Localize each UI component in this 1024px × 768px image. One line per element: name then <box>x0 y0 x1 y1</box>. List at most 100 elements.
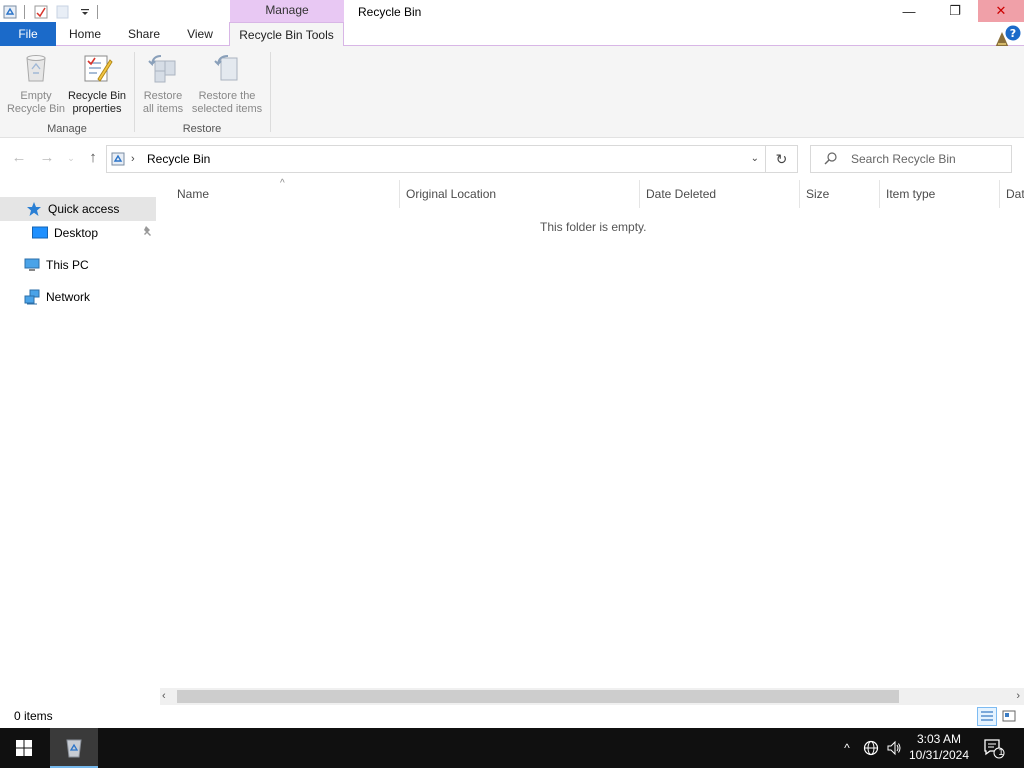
column-header-original-location[interactable]: Original Location <box>400 180 639 208</box>
computer-icon <box>24 258 40 271</box>
scroll-right-icon[interactable]: › <box>1016 688 1020 705</box>
nav-item-desktop[interactable]: Desktop <box>0 221 156 245</box>
empty-folder-message: This folder is empty. <box>540 220 647 234</box>
search-icon <box>824 152 837 165</box>
restore-selected-icon <box>214 55 238 81</box>
manage-group: Empty Recycle Bin Recycle Bin properties… <box>0 46 134 138</box>
up-button[interactable]: ↑ <box>84 149 102 167</box>
empty-recycle-bin-button[interactable]: Empty Recycle Bin <box>6 52 66 116</box>
pin-icon <box>144 226 151 236</box>
properties-qat-icon[interactable] <box>33 4 49 20</box>
column-header-item-type[interactable]: Item type <box>880 180 999 208</box>
scrollbar-thumb[interactable] <box>177 690 899 703</box>
network-tray-button[interactable] <box>860 728 882 768</box>
breadcrumb-location[interactable]: Recycle Bin <box>147 146 210 172</box>
forward-arrow-icon: → <box>39 149 55 166</box>
properties-icon <box>84 55 113 82</box>
svg-text:?: ? <box>1010 27 1016 40</box>
address-dropdown-icon[interactable]: ⌄ <box>751 146 759 172</box>
address-bar[interactable]: › Recycle Bin ⌄ <box>106 145 766 173</box>
ribbon-panel: Empty Recycle Bin Recycle Bin properties… <box>0 46 1024 138</box>
horizontal-scrollbar[interactable]: ‹ › <box>160 688 1024 705</box>
start-button[interactable] <box>0 728 48 768</box>
qat-separator <box>24 5 25 19</box>
recent-locations-button[interactable]: ⌄ <box>62 149 80 167</box>
search-box[interactable]: Search Recycle Bin <box>810 145 1012 173</box>
chevron-up-icon: ^ <box>844 741 850 755</box>
empty-line1: Empty <box>20 90 52 102</box>
chevron-down-icon: ⌄ <box>67 153 75 163</box>
refresh-icon: ↻ <box>775 151 788 167</box>
tab-home[interactable]: Home <box>60 22 110 46</box>
up-arrow-icon: ↑ <box>89 149 97 166</box>
column-header-date-truncated[interactable]: Dat <box>1000 180 1024 208</box>
nav-item-quick-access[interactable]: Quick access <box>0 197 156 221</box>
show-hidden-icons-button[interactable]: ^ <box>838 728 856 768</box>
group-separator-2 <box>270 52 271 132</box>
restore-sel-line2: selected items <box>191 103 263 115</box>
nav-label-desktop: Desktop <box>54 226 99 240</box>
qat-separator-2 <box>97 5 98 19</box>
empty-bin-icon <box>26 55 46 82</box>
tab-recycle-bin-tools[interactable]: Recycle Bin Tools <box>229 22 344 47</box>
large-icons-view-button[interactable] <box>999 707 1019 726</box>
nav-label-network: Network <box>46 290 91 304</box>
customize-qat-dropdown-icon[interactable] <box>77 4 93 20</box>
recycle-bin-properties-button[interactable]: Recycle Bin properties <box>66 52 128 116</box>
props-line1: Recycle Bin <box>67 90 127 102</box>
tab-share[interactable]: Share <box>120 22 168 46</box>
minimize-button[interactable]: — <box>886 0 932 22</box>
restore-selected-items-button[interactable]: Restore the selected items <box>187 52 267 116</box>
speaker-icon <box>887 740 901 756</box>
recycle-bin-app-icon[interactable] <box>2 4 18 20</box>
action-center-button[interactable]: 1 <box>978 728 1010 768</box>
title-bar: Manage Recycle Bin — ❐ ✕ <box>0 0 1024 24</box>
taskbar: ^ 3:03 AM 10/31/2024 1 <box>0 728 1024 768</box>
scroll-left-icon[interactable]: ‹ <box>162 688 166 705</box>
address-row: ← → ⌄ ↑ › Recycle Bin ⌄ ↻ Search Recycle… <box>0 139 1024 179</box>
network-icon <box>24 289 40 305</box>
breadcrumb-chevron-icon[interactable]: › <box>131 146 135 172</box>
recycle-bin-icon <box>66 739 82 758</box>
ribbon-tabs: File Home Share View Recycle Bin Tools <box>0 22 1024 47</box>
nav-label-quick-access: Quick access <box>48 202 120 216</box>
tab-view[interactable]: View <box>178 22 222 46</box>
nav-item-network[interactable]: Network <box>0 285 156 309</box>
quick-access-toolbar <box>0 0 104 24</box>
volume-tray-button[interactable] <box>884 728 904 768</box>
close-icon: ✕ <box>995 3 1007 18</box>
forward-button[interactable]: → <box>38 149 56 167</box>
taskbar-clock[interactable]: 3:03 AM 10/31/2024 <box>902 728 976 768</box>
item-count: 0 items <box>14 709 53 723</box>
status-bar: 0 items <box>0 705 1024 728</box>
restore-sel-line1: Restore the <box>198 90 256 102</box>
close-button[interactable]: ✕ <box>978 0 1024 22</box>
restore-all-items-button[interactable]: Restore all items <box>137 52 189 116</box>
column-header-date-deleted[interactable]: Date Deleted <box>640 180 799 208</box>
clock-date: 10/31/2024 <box>908 748 970 762</box>
restore-icon: ❐ <box>949 3 961 18</box>
empty-line2: Recycle Bin <box>6 103 66 115</box>
restore-all-line1: Restore <box>143 90 183 102</box>
details-view-button[interactable] <box>977 707 997 726</box>
window-title: Recycle Bin <box>358 5 422 19</box>
back-button[interactable]: ← <box>10 149 28 167</box>
clock-time: 3:03 AM <box>916 732 962 746</box>
restore-all-icon <box>148 55 176 83</box>
taskbar-recycle-bin[interactable] <box>50 728 98 768</box>
nav-label-this-pc: This PC <box>46 258 89 272</box>
file-list: ^ Name Original Location Date Deleted Si… <box>160 178 1024 690</box>
tab-file[interactable]: File <box>0 22 56 46</box>
column-header-size[interactable]: Size <box>800 180 879 208</box>
star-icon <box>27 202 41 216</box>
details-view-icon <box>981 711 993 721</box>
nav-item-this-pc[interactable]: This PC <box>0 253 156 277</box>
column-header-name[interactable]: Name <box>171 180 399 208</box>
new-folder-qat-icon[interactable] <box>55 4 71 20</box>
restore-button[interactable]: ❐ <box>932 0 978 22</box>
refresh-button[interactable]: ↻ <box>766 145 798 173</box>
recycle-bin-location-icon <box>111 152 125 166</box>
restore-all-line2: all items <box>142 103 184 115</box>
restore-group-label: Restore <box>182 123 222 135</box>
minimize-icon: — <box>902 3 916 19</box>
